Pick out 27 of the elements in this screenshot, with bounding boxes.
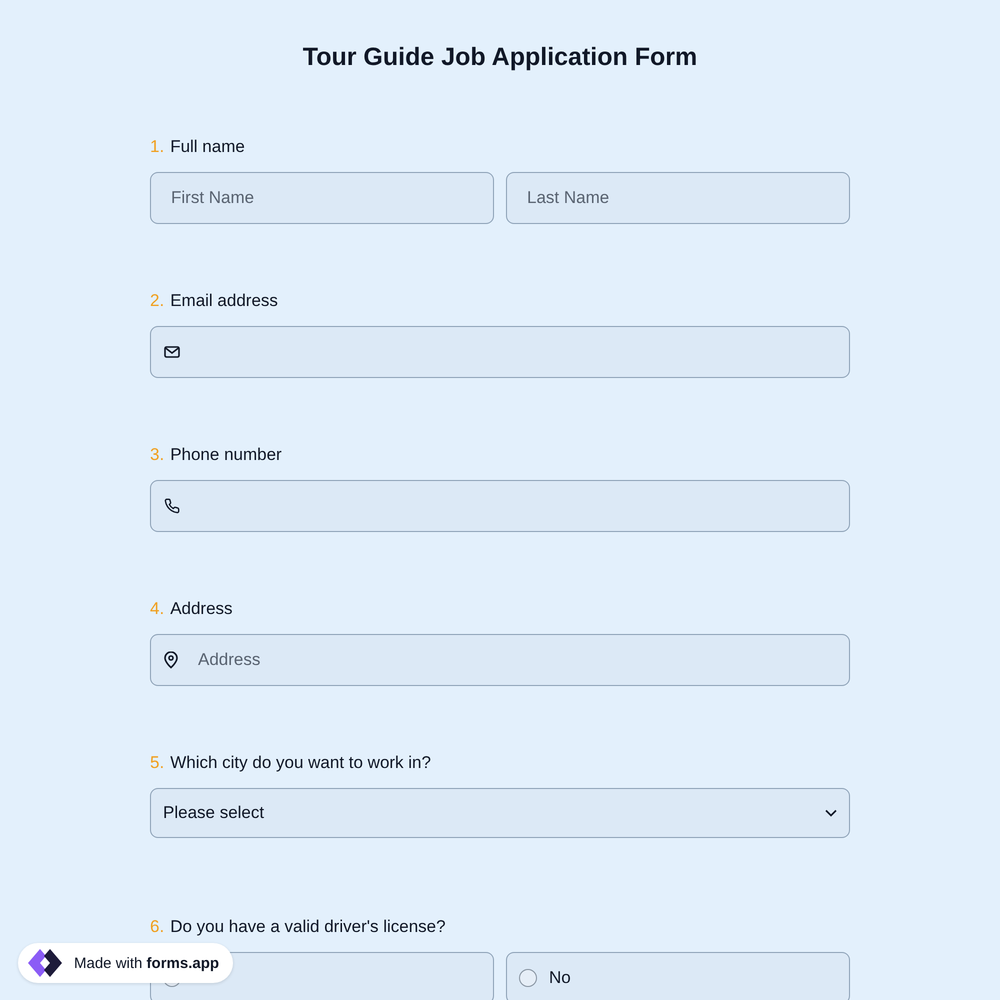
question-label: Address bbox=[170, 598, 233, 620]
input-field[interactable] bbox=[150, 480, 850, 532]
form-title: Tour Guide Job Application Form bbox=[302, 42, 698, 73]
question-number: 1. bbox=[150, 136, 164, 158]
question-number: 4. bbox=[150, 598, 164, 620]
made-with-toast[interactable]: Made with forms.app bbox=[18, 943, 234, 983]
chevron-down-icon bbox=[825, 809, 837, 817]
question-label: Phone number bbox=[170, 444, 282, 466]
input-field[interactable] bbox=[150, 326, 850, 378]
badge-text: Made with forms.app bbox=[74, 954, 220, 972]
question-label: Full name bbox=[170, 136, 245, 158]
radio-option[interactable]: No bbox=[506, 952, 850, 1000]
phone-icon bbox=[164, 498, 180, 514]
question-number: 5. bbox=[150, 752, 164, 774]
select-dropdown[interactable]: Please select bbox=[150, 788, 850, 838]
envelope-icon bbox=[164, 345, 180, 359]
question-label: Do you have a valid driver's license? bbox=[170, 916, 446, 938]
question-number: 2. bbox=[150, 290, 164, 312]
question-number: 6. bbox=[150, 916, 164, 938]
text-field[interactable]: First Name bbox=[150, 172, 494, 224]
radio-button[interactable] bbox=[519, 969, 537, 987]
question-label: Email address bbox=[170, 290, 278, 312]
question-number: 3. bbox=[150, 444, 164, 466]
text-field[interactable]: Last Name bbox=[506, 172, 850, 224]
input-field[interactable]: Address bbox=[150, 634, 850, 686]
question-label: Which city do you want to work in? bbox=[170, 752, 431, 774]
location-pin-icon bbox=[164, 652, 178, 668]
